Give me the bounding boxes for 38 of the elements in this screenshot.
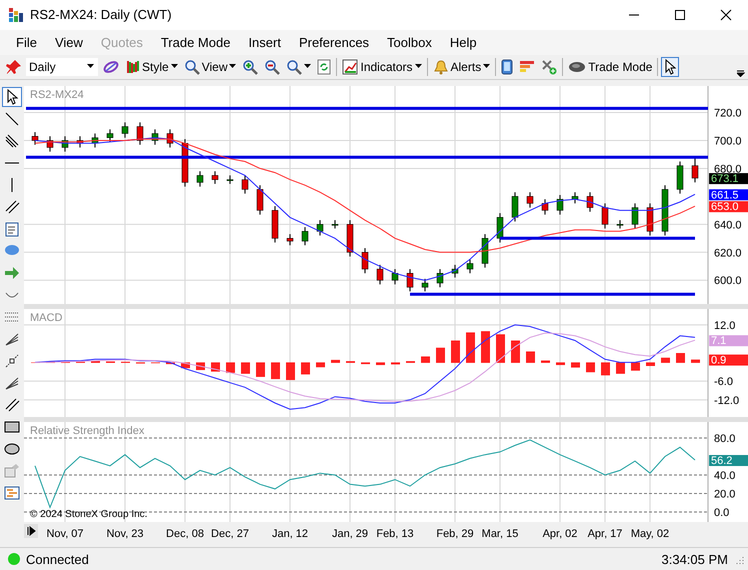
axis-label: 640.0	[714, 219, 742, 232]
axis-label: 80.0	[714, 432, 736, 445]
value-label: 0.9	[709, 354, 748, 366]
axis-label: 600.0	[714, 274, 742, 287]
connection-status: Connected	[26, 552, 89, 567]
axis-label: 0.0	[714, 506, 730, 519]
clock-time: 3:34:05 PM	[662, 552, 728, 567]
axis-label: 20.0	[714, 488, 736, 500]
axis-label: Apr, 17	[588, 528, 622, 540]
value-label: 7.1	[709, 334, 748, 347]
axis-label: Jan, 12	[272, 528, 308, 540]
axis-label: 12.0	[714, 320, 736, 332]
axis-label: -12.0	[714, 394, 740, 407]
axis-label: Nov, 23	[106, 528, 144, 540]
axis-label: May, 02	[630, 528, 670, 540]
axis-label: 700.0	[714, 135, 742, 148]
axis-label: 620.0	[714, 247, 742, 260]
axis-label: Dec, 27	[211, 528, 249, 540]
panel-title: MACD	[30, 312, 62, 324]
axis-label: Feb, 13	[376, 528, 414, 540]
axis-label: Mar, 15	[482, 528, 518, 540]
window-title: RS2-MX24: Daily (CWT)	[30, 7, 172, 22]
axis-label: Dec, 08	[166, 528, 204, 540]
value-label: 661.5	[709, 189, 748, 202]
axis-label: 680.0	[714, 163, 742, 176]
panel-title: Relative Strength Index	[30, 424, 144, 437]
axis-label: 720.0	[714, 107, 742, 120]
axis-label: Feb, 29	[436, 528, 474, 540]
value-label: 56.2	[709, 454, 748, 467]
axis-label: Apr, 02	[542, 528, 578, 540]
axis-label: Nov, 07	[46, 528, 84, 540]
value-label: 673.1	[709, 172, 748, 185]
axis-label: -6.0	[714, 376, 733, 388]
copyright-text: © 2024 StoneX Group Inc.	[30, 508, 148, 520]
axis-label: 40.0	[714, 470, 736, 482]
axis-label: Jan, 29	[332, 528, 368, 540]
value-label: 653.0	[709, 200, 748, 213]
panel-title: RS2-MX24	[30, 88, 84, 101]
